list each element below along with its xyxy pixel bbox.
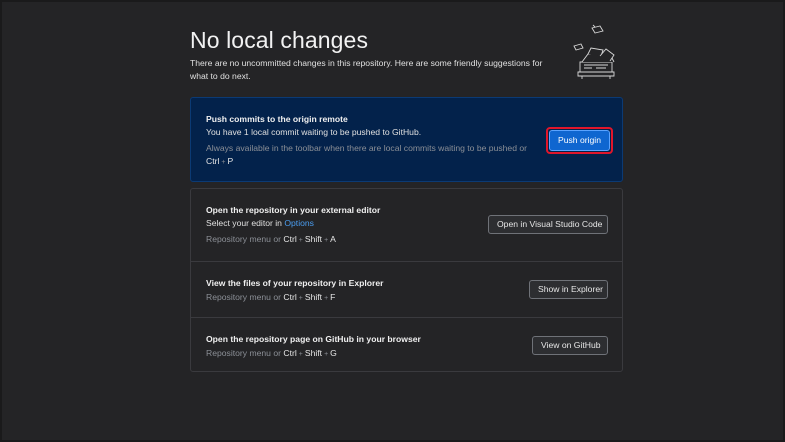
view-on-github-row: Open the repository page on GitHub in yo…	[191, 317, 622, 373]
shortcut-key-p: P	[227, 156, 234, 166]
shortcut-plus: +	[298, 351, 303, 358]
options-link[interactable]: Options	[284, 218, 314, 228]
show-in-explorer-row: View the files of your repository in Exp…	[191, 261, 622, 317]
shortcut-plus: +	[298, 237, 303, 244]
external-editor-row: Open the repository in your external edi…	[191, 189, 622, 261]
view-on-github-hint: Repository menu or Ctrl + Shift + G	[206, 347, 337, 361]
app-window: No local changes There are no uncommitte…	[0, 0, 785, 442]
hint-text: Repository menu or	[206, 234, 281, 244]
shortcut-key-ctrl: Ctrl	[206, 156, 220, 166]
show-in-explorer-hint: Repository menu or Ctrl + Shift + F	[206, 291, 335, 305]
shortcut-key-f: F	[330, 292, 336, 302]
external-editor-hint: Repository menu or Ctrl + Shift + A	[206, 233, 336, 247]
push-card-hint-text: Always available in the toolbar when the…	[206, 143, 528, 153]
paper-stack-illustration-icon	[570, 24, 622, 82]
hint-text: Repository menu or	[206, 348, 281, 358]
shortcut-key-a: A	[330, 234, 336, 244]
shortcut-key-shift: Shift	[304, 292, 323, 302]
push-card-title: Push commits to the origin remote	[206, 114, 348, 124]
shortcut-key-ctrl: Ctrl	[283, 348, 297, 358]
suggested-actions-card: Open the repository in your external edi…	[190, 188, 623, 372]
shortcut-plus: +	[298, 295, 303, 302]
shortcut-key-ctrl: Ctrl	[283, 292, 297, 302]
shortcut-key-shift: Shift	[304, 234, 323, 244]
view-on-github-button[interactable]: View on GitHub	[532, 336, 608, 355]
shortcut-key-g: G	[330, 348, 337, 358]
push-commits-card: Push commits to the origin remote You ha…	[190, 97, 623, 182]
page-subtitle: There are no uncommitted changes in this…	[190, 58, 543, 81]
external-editor-description-text: Select your editor in	[206, 218, 285, 228]
external-editor-title: Open the repository in your external edi…	[206, 205, 381, 215]
shortcut-plus: +	[324, 295, 329, 302]
push-card-description: You have 1 local commit waiting to be pu…	[206, 127, 422, 137]
no-changes-view: No local changes There are no uncommitte…	[190, 24, 623, 372]
shortcut-plus: +	[324, 237, 329, 244]
shortcut-key-shift: Shift	[304, 348, 323, 358]
shortcut-key-ctrl: Ctrl	[283, 234, 297, 244]
page-title: No local changes	[190, 27, 369, 53]
hint-text: Repository menu or	[206, 292, 281, 302]
shortcut-plus: +	[221, 159, 226, 166]
show-in-explorer-title: View the files of your repository in Exp…	[206, 278, 384, 288]
external-editor-description: Select your editor in Options	[206, 218, 314, 228]
open-in-vscode-button[interactable]: Open in Visual Studio Code	[488, 215, 608, 234]
push-card-hint: Always available in the toolbar when the…	[206, 142, 546, 169]
view-on-github-title: Open the repository page on GitHub in yo…	[206, 334, 421, 344]
show-in-explorer-button[interactable]: Show in Explorer	[529, 280, 608, 299]
push-origin-button[interactable]: Push origin	[549, 130, 610, 151]
shortcut-plus: +	[324, 351, 329, 358]
